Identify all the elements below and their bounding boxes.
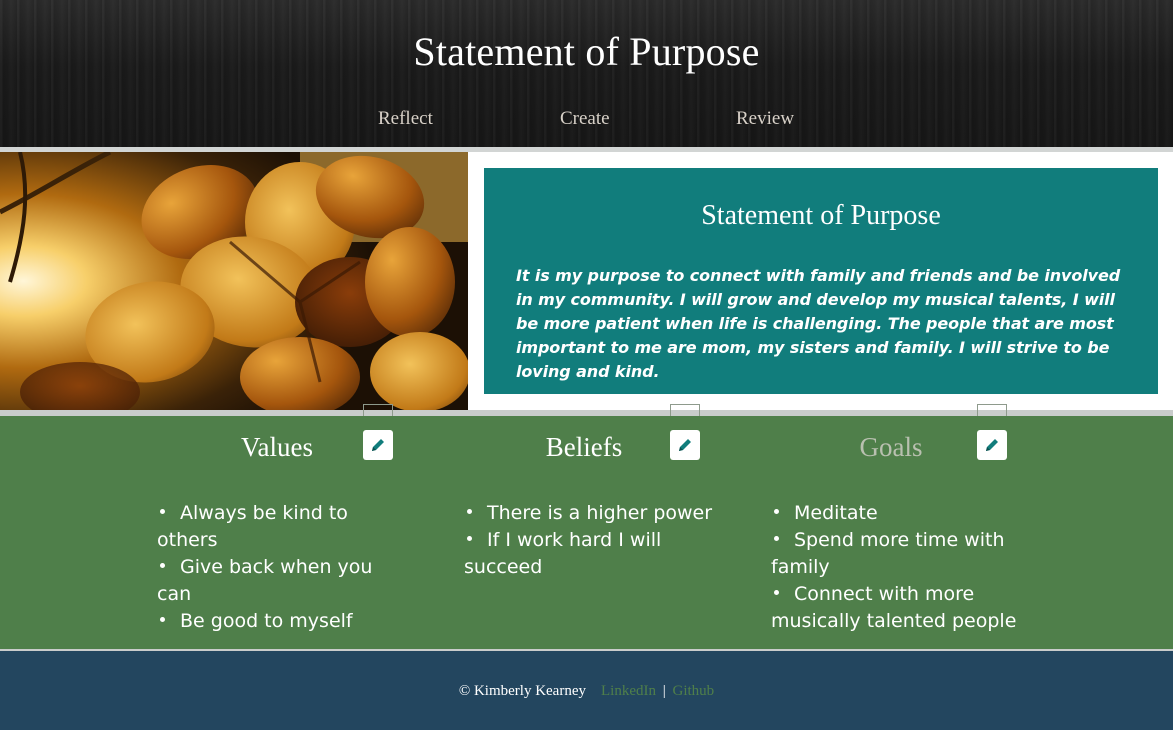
footer-line: © Kimberly Kearney LinkedIn | Github (0, 683, 1173, 700)
bullet-icon (774, 509, 779, 514)
bullet-icon (774, 536, 779, 541)
bullet-icon (774, 590, 779, 595)
list-item: Spend more time with family (771, 529, 1005, 578)
list-item: Meditate (771, 500, 1021, 527)
pencil-icon (679, 439, 691, 451)
purpose-statement: It is my purpose to connect with family … (516, 266, 1121, 381)
site-header: Statement of Purpose Reflect Create Revi… (0, 0, 1173, 147)
purpose-card: Statement of Purpose It is my purpose to… (484, 168, 1158, 394)
edit-tab-outline (670, 404, 700, 416)
linkedin-link[interactable]: LinkedIn (601, 683, 656, 699)
edit-beliefs-button[interactable] (670, 430, 700, 460)
list-item: Give back when you can (157, 556, 373, 605)
values-title: Values (241, 432, 313, 462)
pencil-icon (372, 439, 384, 451)
footer-separator: | (662, 683, 666, 699)
edit-tab-outline (363, 404, 393, 416)
github-link[interactable]: Github (673, 683, 715, 699)
list-item: Be good to myself (157, 608, 407, 635)
bullet-icon (160, 509, 165, 514)
purpose-card-title: Statement of Purpose (701, 200, 941, 231)
site-title: Statement of Purpose (413, 29, 760, 74)
bullet-icon (160, 617, 165, 622)
list-item: Always be kind to others (157, 502, 348, 551)
nav-review[interactable]: Review (736, 108, 794, 130)
list-item: Connect with more musically talented peo… (771, 583, 1017, 632)
goals-title: Goals (859, 432, 923, 462)
values-list: Always be kind to others Give back when … (157, 500, 407, 635)
values-beliefs-goals-section: Values Always be kind to others Give bac… (0, 404, 1173, 649)
nav-create[interactable]: Create (560, 108, 610, 130)
copyright-text: © Kimberly Kearney (458, 683, 586, 699)
hero-image (0, 152, 468, 410)
edit-tab-outline (977, 404, 1007, 416)
bullet-icon (160, 563, 165, 568)
values-column: Values Always be kind to others Give bac… (157, 404, 417, 649)
beliefs-column: Beliefs There is a higher power If I wor… (464, 404, 724, 649)
bullet-icon (467, 509, 472, 514)
list-item: There is a higher power (464, 500, 714, 527)
autumn-leaves-photo (0, 152, 468, 410)
list-item: If I work hard I will succeed (464, 529, 662, 578)
pencil-icon (986, 439, 998, 451)
edit-values-button[interactable] (363, 430, 393, 460)
goals-column: Goals Meditate Spend more time with fami… (771, 404, 1031, 649)
bullet-icon (467, 536, 472, 541)
nav-reflect[interactable]: Reflect (378, 108, 433, 130)
goals-list: Meditate Spend more time with family Con… (771, 500, 1021, 635)
beliefs-title: Beliefs (545, 432, 623, 462)
edit-goals-button[interactable] (977, 430, 1007, 460)
beliefs-list: There is a higher power If I work hard I… (464, 500, 714, 581)
site-footer: © Kimberly Kearney LinkedIn | Github (0, 651, 1173, 730)
main-nav: Reflect Create Review (0, 108, 1173, 134)
